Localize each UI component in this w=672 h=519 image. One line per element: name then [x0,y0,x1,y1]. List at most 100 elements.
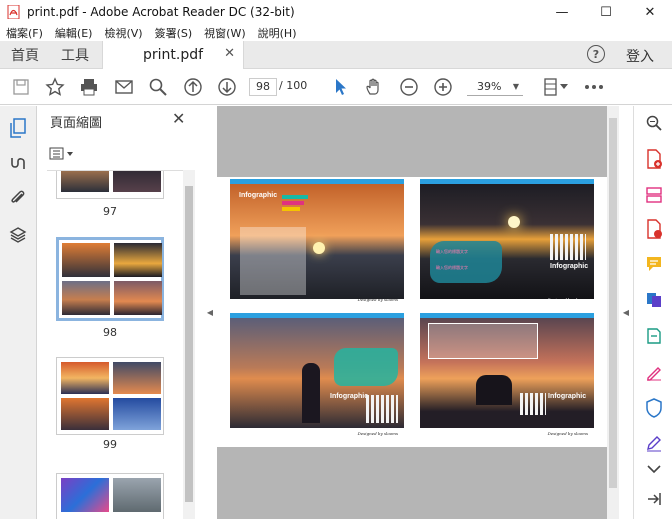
close-panel-icon[interactable]: ✕ [172,109,185,128]
pdf-page: Infographic Designed by slooms 輸入您的標題文字 … [217,177,619,447]
menu-bar: 檔案(F) 編輯(E) 檢視(V) 簽署(S) 視窗(W) 說明(H) [0,24,672,41]
slide-credit: Designed by slooms [357,297,398,302]
page-thumbnails-icon[interactable] [7,117,29,139]
thumbnail-options-button[interactable] [49,145,79,163]
slide-credit: Designed by slooms [547,297,588,302]
tab-document[interactable]: print.pdf ✕ [102,41,244,69]
document-view: Infographic Designed by slooms 輸入您的標題文字 … [217,106,619,519]
silhouette [302,363,320,423]
email-icon[interactable] [112,75,136,99]
zoom-value: 39% [477,80,502,93]
thumbnail-slide-image [61,398,109,430]
thumbnail-slide-image [62,243,110,277]
menu-file[interactable]: 檔案(F) [6,25,43,41]
scan-ocr-icon[interactable] [643,325,665,347]
thumbnail-label: 98 [103,326,117,339]
page-number-input[interactable]: 98 [249,78,277,96]
thumbnail-slide-image [114,243,162,277]
page-total: / 100 [279,79,308,92]
collapse-tools-icon[interactable] [643,488,665,510]
select-cursor-icon[interactable] [328,75,352,99]
bullet-text: 輸入您的標題文字 [436,265,468,270]
export-pdf-icon[interactable] [643,218,665,240]
edit-pen-icon[interactable] [643,432,665,454]
next-page-icon[interactable] [215,75,239,99]
thumbnail-panel-title: 頁面縮圖 [50,116,103,131]
comment-icon[interactable] [643,253,665,275]
print-icon[interactable] [77,75,101,99]
thumbnail-page-99[interactable] [56,357,164,435]
thumbnail-slide-image [113,398,161,430]
menu-window[interactable]: 視窗(W) [204,25,245,41]
thumbnail-scroll-thumb[interactable] [185,186,193,502]
menu-sign[interactable]: 簽署(S) [155,25,193,41]
expand-tools-icon[interactable] [643,458,665,480]
zoom-out-icon[interactable] [397,75,421,99]
tab-home[interactable]: 首頁 [0,41,50,69]
color-bar [282,201,304,205]
bookmark-star-icon[interactable] [43,75,67,99]
sun-shape [508,216,520,228]
infographic-title: Infographic [548,393,587,400]
link-icon[interactable] [7,152,29,174]
zoom-select[interactable]: 39% ▼ [467,78,523,96]
layers-icon[interactable] [7,224,29,246]
text-box [240,227,306,295]
acrobat-icon [7,5,20,19]
thumbnail-page-100[interactable] [56,473,164,519]
infographic-title: Infographic [330,393,369,400]
help-icon[interactable]: ? [587,45,605,63]
slide-1: Infographic Designed by slooms [230,179,404,303]
color-bar [282,207,300,211]
attachment-icon[interactable] [7,187,29,209]
tab-tools[interactable]: 工具 [50,41,100,69]
thumbnail-slide-image [113,478,161,512]
menu-view[interactable]: 檢視(V) [104,25,142,41]
collapse-left-panel-icon[interactable]: ◀ [203,106,217,519]
fill-sign-icon[interactable] [643,361,665,383]
slide-credit: Designed by slooms [357,431,398,436]
collapse-right-panel-icon[interactable]: ◀ [619,106,633,519]
silhouette [476,375,512,405]
thumbnail-slide-image [114,281,162,315]
text-bubble [430,241,502,283]
zoom-search-icon[interactable] [643,112,665,134]
maximize-button[interactable]: ☐ [584,0,628,24]
bar-chart-graphic [520,393,546,415]
window-title: print.pdf - Adobe Acrobat Reader DC (32-… [27,5,295,19]
chevron-down-icon[interactable] [559,75,569,99]
thumbnail-slide-image [61,171,109,192]
organize-pages-icon[interactable] [643,184,665,206]
close-window-button[interactable]: ✕ [628,0,672,24]
create-pdf-icon[interactable] [643,148,665,170]
right-tools-rail [633,106,672,519]
zoom-in-icon[interactable] [431,75,455,99]
tab-document-label: print.pdf [142,47,204,63]
minimize-button[interactable]: — [540,0,584,24]
left-rail [0,106,37,519]
login-button[interactable]: 登入 [626,46,654,66]
previous-page-icon[interactable] [181,75,205,99]
thumbnail-slide-image [113,362,161,394]
title-bar: print.pdf - Adobe Acrobat Reader DC (32-… [0,0,672,24]
more-options-icon[interactable] [582,75,606,99]
thumbnail-panel: 頁面縮圖 ✕ 97 98 99 [37,106,203,519]
bar-chart-graphic [550,234,586,260]
zoom-dropdown-icon: ▼ [512,82,519,91]
thumbnail-page-97[interactable] [56,171,164,199]
document-scroll-thumb[interactable] [609,118,617,488]
document-scrollbar[interactable] [607,106,619,519]
menu-edit[interactable]: 編輯(E) [55,25,93,41]
thumbnail-page-98[interactable] [56,237,164,321]
text-bubble [334,348,398,386]
thumbnail-scrollbar[interactable] [183,170,195,519]
combine-files-icon[interactable] [643,289,665,311]
toolbar [0,69,672,105]
search-icon[interactable] [146,75,170,99]
save-icon[interactable] [9,75,33,99]
protect-shield-icon[interactable] [643,397,665,419]
menu-help[interactable]: 說明(H) [258,25,297,41]
close-tab-icon[interactable]: ✕ [224,46,235,61]
tab-bar: 首頁 工具 print.pdf ✕ [0,41,672,69]
hand-tool-icon[interactable] [362,75,386,99]
